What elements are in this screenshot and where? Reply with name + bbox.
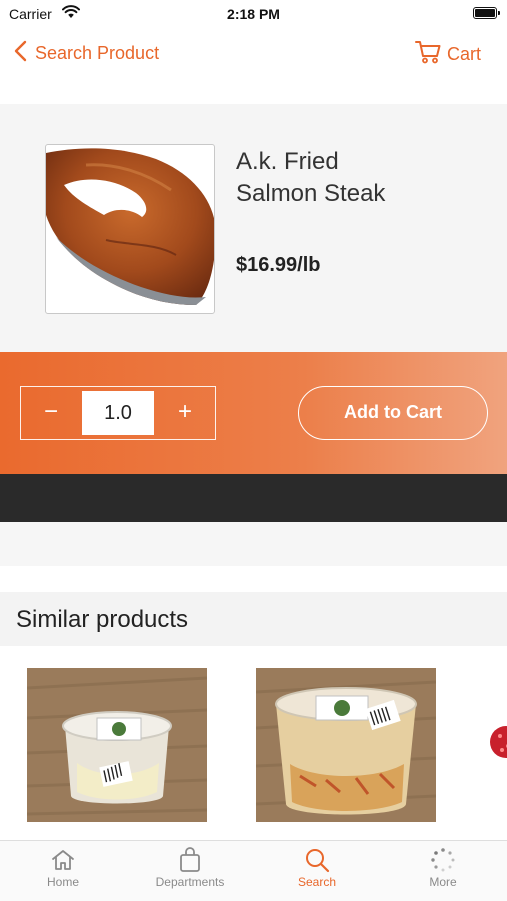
search-icon [254, 845, 380, 875]
product-name: A.k. Fried Salmon Steak [236, 146, 476, 210]
cart-label: Cart [446, 44, 481, 64]
similar-product-image [27, 668, 207, 822]
back-button[interactable]: Search Product [14, 40, 159, 67]
tab-search[interactable]: Search [254, 845, 380, 889]
more-dots-icon [380, 845, 506, 875]
similar-product-card[interactable] [256, 668, 436, 822]
add-to-cart-button[interactable]: Add to Cart [298, 386, 488, 440]
tab-more-label: More [429, 875, 457, 889]
tab-home-label: Home [46, 875, 79, 889]
tab-more[interactable]: More [380, 845, 506, 889]
home-icon [0, 845, 126, 875]
product-name-line-2: Salmon Steak [236, 180, 386, 207]
similar-product-peek [488, 716, 507, 768]
tab-home[interactable]: Home [0, 845, 126, 889]
tab-departments-label: Departments [155, 875, 225, 889]
similar-product-card[interactable] [27, 668, 207, 822]
tab-search-label: Search [297, 875, 337, 889]
cart-icon [414, 40, 447, 69]
chevron-left-icon [14, 40, 35, 67]
dark-divider [0, 474, 507, 522]
product-image [45, 144, 215, 314]
spacer-band [0, 522, 507, 566]
tab-departments[interactable]: Departments [127, 845, 253, 889]
battery-icon [473, 7, 500, 19]
cart-button[interactable]: Cart [414, 40, 481, 69]
product-price: $16.99/lb [236, 254, 321, 276]
decrement-button[interactable]: − [21, 387, 81, 438]
back-label: Search Product [35, 43, 160, 63]
quantity-stepper: − + [20, 386, 216, 440]
bag-icon [127, 845, 253, 875]
quantity-input[interactable] [82, 391, 154, 435]
clock: 2:18 PM [227, 6, 280, 22]
status-bar: Carrier 2:18 PM [0, 0, 507, 28]
similar-products-title: Similar products [16, 606, 189, 633]
increment-button[interactable]: + [155, 387, 215, 438]
similar-product-image [256, 668, 436, 822]
product-name-line-1: A.k. Fried [236, 148, 339, 175]
